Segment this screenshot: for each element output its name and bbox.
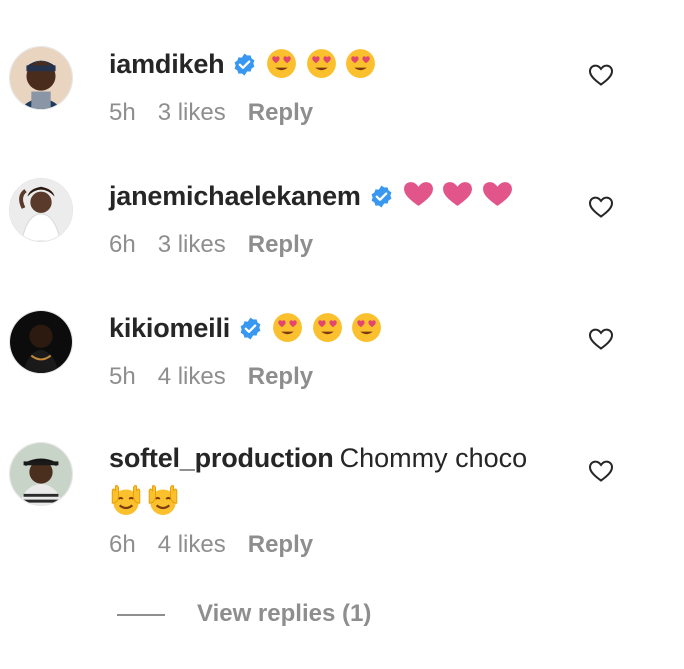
comment-username[interactable]: kikiomeili xyxy=(109,313,230,343)
emoji-group xyxy=(109,482,179,521)
verified-badge-icon xyxy=(238,316,263,341)
comment-meta: 6h 4 likes Reply xyxy=(109,531,335,559)
comment-time: 6h xyxy=(109,531,136,558)
comment-time: 5h xyxy=(109,363,136,390)
comment-body: janemichaelekanem xyxy=(109,178,564,219)
pink-heart-icon xyxy=(402,178,435,211)
raising-hands-icon xyxy=(109,482,143,516)
heart-outline-icon[interactable] xyxy=(588,327,614,351)
comment-time: 5h xyxy=(109,99,136,126)
heart-outline-icon[interactable] xyxy=(588,195,614,219)
view-replies-button[interactable]: View replies (1) xyxy=(117,598,377,630)
smiling-face-with-heart-eyes-icon xyxy=(311,310,344,343)
reply-button[interactable]: Reply xyxy=(248,363,313,390)
comment-username[interactable]: softel_production xyxy=(109,443,334,473)
comment-likes[interactable]: 4 likes xyxy=(158,531,226,558)
comment-meta: 6h 3 likes Reply xyxy=(109,231,335,259)
comment-body: kikiomeili xyxy=(109,310,564,351)
emoji-group xyxy=(265,46,376,87)
smiling-face-with-heart-eyes-icon xyxy=(305,46,338,79)
comment-likes[interactable]: 3 likes xyxy=(158,99,226,126)
reply-button[interactable]: Reply xyxy=(248,531,313,558)
verified-badge-icon xyxy=(232,52,257,77)
heart-outline-icon[interactable] xyxy=(588,459,614,483)
emoji-group xyxy=(271,310,382,351)
comment-likes[interactable]: 3 likes xyxy=(158,231,226,258)
comment-text: Chommy choco xyxy=(339,443,528,473)
avatar[interactable] xyxy=(9,310,73,374)
avatar[interactable] xyxy=(9,442,73,506)
comment-meta: 5h 3 likes Reply xyxy=(109,99,335,127)
avatar[interactable] xyxy=(9,178,73,242)
reply-button[interactable]: Reply xyxy=(248,99,313,126)
smiling-face-with-heart-eyes-icon xyxy=(265,46,298,79)
comment-body: iamdikeh xyxy=(109,46,564,87)
smiling-face-with-heart-eyes-icon xyxy=(344,46,377,79)
comment-meta: 5h 4 likes Reply xyxy=(109,363,335,391)
comment-body: softel_production Chommy choco xyxy=(109,442,564,475)
smiling-face-with-heart-eyes-icon xyxy=(271,310,304,343)
pink-heart-icon xyxy=(441,178,474,211)
emoji-group xyxy=(402,178,513,219)
verified-badge-icon xyxy=(369,184,394,209)
comment-username[interactable]: iamdikeh xyxy=(109,49,225,79)
divider-line xyxy=(117,614,165,616)
heart-outline-icon[interactable] xyxy=(588,63,614,87)
reply-button[interactable]: Reply xyxy=(248,231,313,258)
comment-time: 6h xyxy=(109,231,136,258)
smiling-face-with-heart-eyes-icon xyxy=(350,310,383,343)
comment-username[interactable]: janemichaelekanem xyxy=(109,181,361,211)
avatar[interactable] xyxy=(9,46,73,110)
comment-likes[interactable]: 4 likes xyxy=(158,363,226,390)
raising-hands-icon xyxy=(146,482,180,516)
pink-heart-icon xyxy=(481,178,514,211)
view-replies-label: View replies (1) xyxy=(197,600,372,627)
